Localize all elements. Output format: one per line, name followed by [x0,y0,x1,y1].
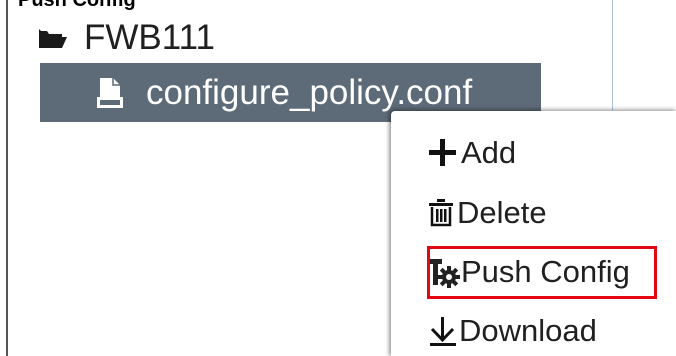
trash-icon [429,199,453,227]
file-tree-panel: Push Config FWB111 configure_policy.conf… [0,0,676,356]
plus-icon [429,139,456,166]
document-icon [97,77,123,108]
menu-item-delete-label: Delete [457,195,547,230]
file-label: configure_policy.conf [146,72,473,112]
clipped-heading: Push Config [18,0,136,12]
folder-label: FWB111 [84,18,215,57]
push-config-highlight [427,246,657,299]
download-arrow-icon [430,317,456,346]
menu-item-delete[interactable]: Delete [427,191,547,235]
context-menu: Add Delete Push Config Download [391,111,676,356]
menu-item-download-label: Download [459,313,597,348]
panel-divider-left [6,0,8,356]
menu-item-add-label: Add [461,135,517,170]
panel-divider-right [612,0,613,110]
menu-item-add[interactable]: Add [427,131,516,175]
clipped-heading-text: Push Config [18,0,136,11]
tree-folder-fwb111[interactable]: FWB111 [38,16,215,60]
menu-item-download[interactable]: Download [427,309,597,353]
folder-open-icon [39,29,67,48]
